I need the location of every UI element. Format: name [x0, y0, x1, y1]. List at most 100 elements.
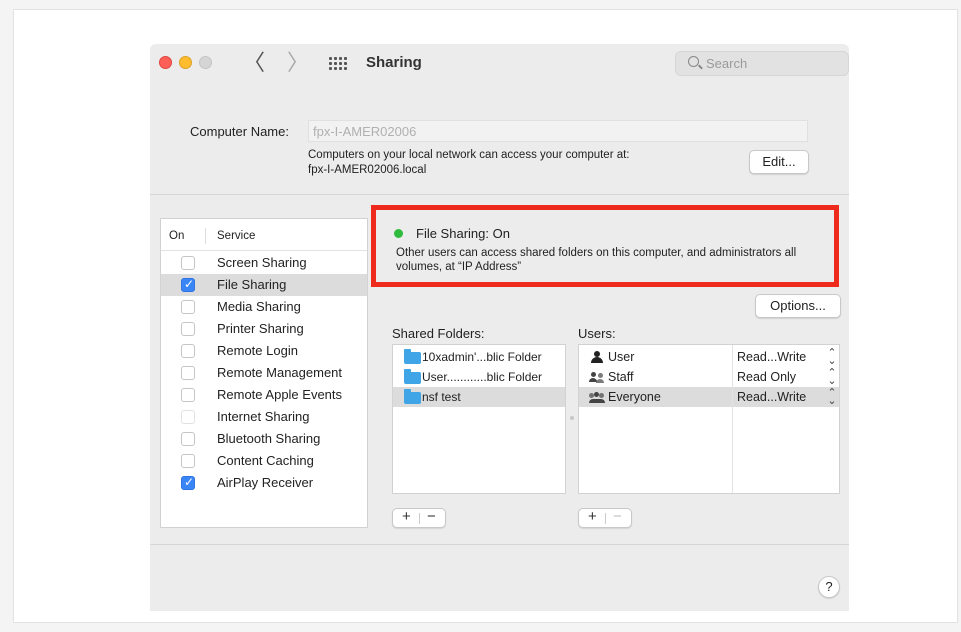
service-label: Media Sharing — [217, 299, 301, 314]
shared-folders-add-remove: + − — [392, 508, 446, 528]
computer-name-info-line2: fpx-I-AMER02006.local — [308, 164, 427, 176]
permission-value: Read...Write — [737, 390, 807, 404]
service-checkbox[interactable] — [181, 256, 195, 270]
service-checkbox — [181, 410, 195, 424]
service-checkbox[interactable] — [181, 322, 195, 336]
service-row[interactable]: Screen Sharing — [161, 252, 367, 274]
minimize-window-button[interactable] — [179, 56, 192, 69]
options-button[interactable]: Options... — [755, 294, 841, 318]
splitter-handle[interactable] — [570, 416, 574, 420]
service-row[interactable]: Media Sharing — [161, 296, 367, 318]
service-row[interactable]: Printer Sharing — [161, 318, 367, 340]
search-field[interactable]: Search — [675, 51, 849, 76]
shared-folder-row[interactable]: 10xadmin'...blic Folder — [393, 347, 565, 367]
button-separator — [419, 513, 420, 524]
service-row[interactable]: Remote Login — [161, 340, 367, 362]
updown-chevron-icon: ⌃ ⌄ — [827, 367, 837, 387]
user-icon — [591, 351, 603, 363]
service-checkbox[interactable] — [181, 366, 195, 380]
service-checkbox[interactable] — [181, 475, 195, 490]
computer-name-info-line1: Computers on your local network can acce… — [308, 149, 630, 161]
help-button[interactable]: ? — [818, 576, 840, 598]
service-row[interactable]: AirPlay Receiver — [161, 472, 367, 494]
service-label: Remote Management — [217, 365, 343, 380]
remove-user-button[interactable]: − — [613, 508, 622, 525]
title-bar: 〈 〉 Sharing Search — [150, 44, 849, 84]
service-checkbox[interactable] — [181, 277, 195, 292]
service-checkbox[interactable] — [181, 388, 195, 402]
service-label: Internet Sharing — [217, 409, 310, 424]
shared-folder-row[interactable]: User............blic Folder — [393, 367, 565, 387]
service-row[interactable]: Internet Sharing — [161, 406, 367, 428]
forward-button[interactable]: 〉 — [286, 50, 310, 76]
status-title: File Sharing: On — [416, 226, 510, 241]
show-all-grid-icon[interactable] — [329, 57, 347, 70]
header-separator — [205, 228, 206, 244]
updown-chevron-icon: ⌃ ⌄ — [827, 347, 837, 367]
add-folder-button[interactable]: + — [402, 508, 411, 525]
permission-value: Read...Write — [737, 350, 807, 364]
permission-popup[interactable]: Read...Write ⌃ ⌄ — [737, 347, 837, 367]
shared-folder-name: User............blic Folder — [422, 370, 543, 384]
service-checkbox[interactable] — [181, 432, 195, 446]
service-label: Content Caching — [217, 453, 314, 468]
user-name: Everyone — [608, 390, 661, 404]
service-checkbox[interactable] — [181, 344, 195, 358]
service-row[interactable]: File Sharing — [161, 274, 367, 296]
service-label: Remote Apple Events — [217, 387, 343, 402]
everyone-icon — [589, 392, 605, 404]
service-label: Screen Sharing — [217, 255, 307, 270]
user-name: Staff — [608, 370, 634, 384]
screenshot-frame: 〈 〉 Sharing Search Computer Name: fpx-I-… — [13, 9, 958, 623]
service-row[interactable]: Remote Apple Events — [161, 384, 367, 406]
updown-chevron-icon: ⌃ ⌄ — [827, 387, 837, 407]
shared-folders-label: Shared Folders: — [392, 326, 485, 341]
user-row[interactable]: Staff Read Only ⌃ ⌄ — [579, 367, 839, 387]
user-row[interactable]: User Read...Write ⌃ ⌄ — [579, 347, 839, 367]
users-add-remove: + − — [578, 508, 632, 528]
zoom-window-button[interactable] — [199, 56, 212, 69]
service-row[interactable]: Remote Management — [161, 362, 367, 384]
permission-popup[interactable]: Read Only ⌃ ⌄ — [737, 367, 837, 387]
status-description: Other users can access shared folders on… — [396, 247, 797, 273]
edit-button[interactable]: Edit... — [749, 150, 809, 174]
service-list-header: On Service — [161, 219, 367, 251]
add-user-button[interactable]: + — [588, 508, 597, 525]
folder-icon — [404, 349, 421, 364]
header-service: Service — [217, 230, 256, 242]
user-row[interactable]: Everyone Read...Write ⌃ ⌄ — [579, 387, 839, 407]
users-label: Users: — [578, 326, 616, 341]
users-column-separator — [732, 345, 733, 493]
shared-folders-list: 10xadmin'...blic Folder User............b… — [392, 344, 566, 494]
remove-folder-button[interactable]: − — [427, 508, 436, 525]
service-row[interactable]: Content Caching — [161, 450, 367, 472]
service-checkbox[interactable] — [181, 454, 195, 468]
folder-icon — [404, 389, 421, 404]
computer-name-info: Computers on your local network can acce… — [308, 148, 630, 178]
computer-name-field[interactable]: fpx-I-AMER02006 — [308, 120, 808, 142]
service-label: Printer Sharing — [217, 321, 304, 336]
shared-folder-name: nsf test — [422, 390, 461, 404]
button-separator — [605, 513, 606, 524]
folder-icon — [404, 369, 421, 384]
service-checkbox[interactable] — [181, 300, 195, 314]
permission-value: Read Only — [737, 370, 797, 384]
computer-name-label: Computer Name: — [190, 124, 289, 139]
permission-popup[interactable]: Read...Write ⌃ ⌄ — [737, 387, 837, 407]
search-placeholder: Search — [706, 56, 748, 71]
header-on: On — [169, 230, 185, 242]
user-name: User — [608, 350, 635, 364]
service-row[interactable]: Bluetooth Sharing — [161, 428, 367, 450]
service-label: Bluetooth Sharing — [217, 431, 321, 446]
service-label: AirPlay Receiver — [217, 475, 314, 490]
shared-folder-row[interactable]: nsf test — [393, 387, 565, 407]
bottom-divider — [150, 544, 849, 545]
service-list: On Service Screen Sharing File Sharing Med… — [160, 218, 368, 528]
back-button[interactable]: 〈 — [242, 50, 266, 76]
sharing-window: 〈 〉 Sharing Search Computer Name: fpx-I-… — [150, 44, 849, 611]
service-label: Remote Login — [217, 343, 298, 358]
close-window-button[interactable] — [159, 56, 172, 69]
shared-folder-name: 10xadmin'...blic Folder — [422, 350, 542, 364]
section-divider — [150, 194, 849, 195]
service-label: File Sharing — [217, 277, 287, 292]
